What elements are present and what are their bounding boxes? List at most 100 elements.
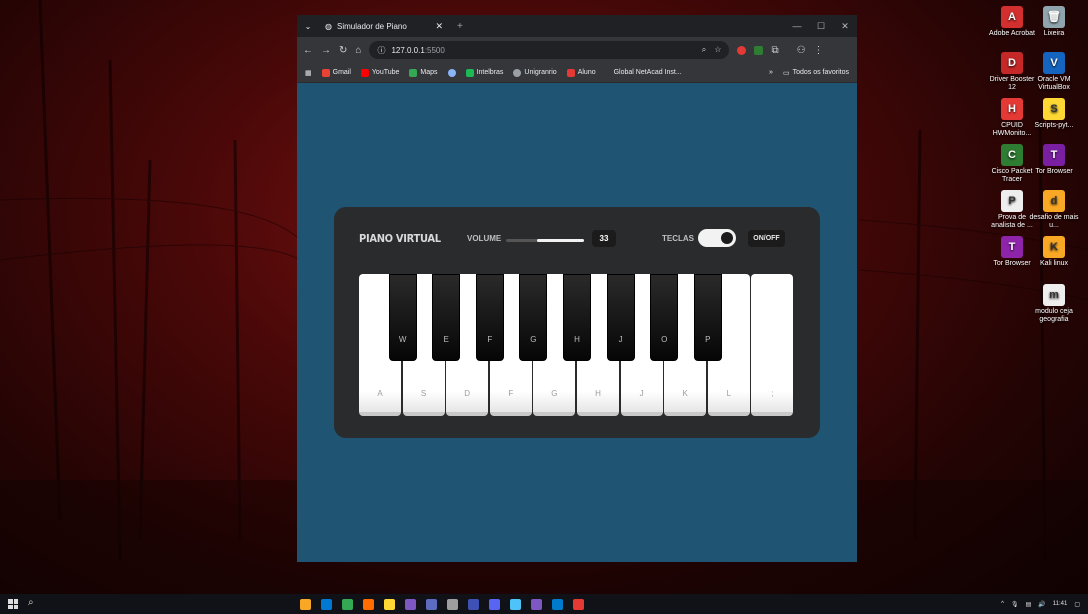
close-tab-icon[interactable]: ✕ — [435, 21, 443, 32]
home-icon[interactable]: ⌂ — [355, 45, 361, 56]
bookmark-netacad[interactable]: Global NetAcad Inst... — [614, 69, 682, 76]
all-bookmarks-folder[interactable]: ▭ Todos os favoritos — [783, 69, 849, 77]
black-key-6[interactable]: J — [606, 274, 635, 361]
bookmark-gmail[interactable]: Gmail — [321, 68, 351, 77]
white-key-label: L — [726, 389, 732, 398]
taskbar-apps — [300, 594, 584, 614]
taskbar-app-icon[interactable] — [489, 598, 500, 610]
adobe-acrobat-icon: A — [1001, 6, 1023, 28]
taskbar-app-icon[interactable] — [468, 598, 479, 610]
toggle-knob — [721, 232, 733, 244]
browser-toolbar: ← → ↻ ⌂ ⓘ 127.0.0.1 :5500 ⌕ ☆ ⧉ ⚇ ⋮ — [297, 37, 857, 63]
close-window-button[interactable]: ✕ — [833, 21, 857, 32]
volume-icon[interactable]: 🔊 — [1038, 601, 1045, 608]
taskbar-app-icon[interactable] — [531, 598, 542, 610]
aluno-icon — [566, 68, 575, 77]
network-icon[interactable]: ▤ — [1026, 601, 1032, 608]
bookmark-globe[interactable] — [447, 68, 456, 77]
clock[interactable]: 11:41 — [1053, 601, 1068, 607]
windows-start-icon[interactable] — [8, 599, 18, 609]
taskbar-app-icon[interactable] — [426, 598, 437, 610]
extensions-icon[interactable]: ⧉ — [771, 45, 778, 56]
back-icon[interactable]: ← — [303, 45, 313, 56]
page-viewport: PIANO VIRTUAL VOLUME 33 TECLAS ON/OFF A S… — [297, 83, 857, 562]
url-port: :5500 — [424, 45, 445, 55]
taskbar-app-icon[interactable] — [384, 598, 395, 610]
volume-slider[interactable] — [506, 239, 584, 242]
black-key-3[interactable]: F — [475, 274, 504, 361]
white-key-label: K — [682, 389, 688, 398]
desktop-icon-modulo-ceja[interactable]: m modulo ceja geografia — [1028, 284, 1080, 324]
profile-icon[interactable]: ⚇ — [797, 45, 806, 56]
chevron-up-icon[interactable]: ^ — [1001, 601, 1004, 607]
search-icon[interactable]: ⌕ — [28, 597, 34, 608]
minimize-button[interactable]: — — [785, 21, 809, 32]
tor-browser-icon: T — [1043, 144, 1065, 166]
maximize-button[interactable]: ☐ — [809, 21, 833, 32]
black-key-1[interactable]: W — [388, 274, 417, 361]
taskbar-app-icon[interactable] — [321, 598, 332, 610]
taskbar-app-icon[interactable] — [447, 598, 458, 610]
gmail-icon — [321, 68, 330, 77]
taskbar-app-icon[interactable] — [363, 598, 374, 610]
taskbar-app-icon[interactable] — [573, 598, 584, 610]
site-info-icon[interactable]: ⓘ — [377, 45, 385, 56]
volume-slider-fill — [537, 239, 584, 242]
black-key-4[interactable]: G — [519, 274, 548, 361]
tab-title: Simulador de Piano — [336, 21, 407, 31]
bookmark-maps[interactable]: Maps — [409, 68, 438, 77]
piano-panel: PIANO VIRTUAL VOLUME 33 TECLAS ON/OFF A S… — [334, 207, 820, 438]
window-controls: — ☐ ✕ — [785, 21, 857, 32]
taskbar-app-icon[interactable] — [300, 598, 311, 610]
keys-toggle[interactable] — [698, 229, 736, 247]
desktop-icon-tor-browser[interactable]: T Tor Browser — [1028, 144, 1080, 176]
folder-icon: d — [1043, 190, 1065, 212]
black-key-label: J — [618, 335, 623, 344]
piano-keyboard: A S D F G H J K L; W E F G H J O P — [359, 274, 794, 417]
forward-icon[interactable]: → — [321, 45, 331, 56]
microphone-icon[interactable]: 🎙 — [1011, 601, 1019, 608]
browser-tab[interactable]: ◍ Simulador de Piano ✕ — [319, 15, 449, 37]
white-key-label: J — [639, 389, 644, 398]
bookmark-youtube[interactable]: YouTube — [360, 68, 399, 77]
extension-shield-icon[interactable] — [754, 45, 764, 55]
new-tab-button[interactable]: + — [449, 21, 471, 32]
taskbar-app-icon[interactable] — [342, 598, 353, 610]
white-key-10[interactable]: ; — [751, 274, 794, 416]
black-key-5[interactable]: H — [563, 274, 591, 361]
bookmark-unigranrio[interactable]: Unigranrio — [513, 68, 557, 77]
address-bar[interactable]: ⓘ 127.0.0.1 :5500 ⌕ ☆ — [369, 41, 730, 59]
document-icon: P — [1001, 190, 1023, 212]
taskbar-app-icon[interactable] — [510, 598, 521, 610]
browser-window: ⌄ ◍ Simulador de Piano ✕ + — ☐ ✕ ← → ↻ ⌂… — [297, 15, 857, 562]
tab-search-icon[interactable]: ⌄ — [297, 22, 319, 31]
reload-icon[interactable]: ↻ — [339, 45, 347, 56]
black-key-8[interactable]: P — [693, 274, 722, 361]
apps-grid-icon[interactable]: ▦ — [305, 69, 312, 77]
volume-value: 33 — [592, 230, 616, 247]
globe-icon — [513, 68, 522, 77]
intelbras-icon — [465, 68, 474, 77]
zoom-icon[interactable]: ⌕ — [702, 45, 706, 55]
desktop-icon-scripts[interactable]: S Scripts-pyt... — [1028, 98, 1080, 130]
desktop-icon-virtualbox[interactable]: V Oracle VM VirtualBox — [1028, 52, 1080, 92]
bookmark-star-icon[interactable]: ☆ — [714, 45, 721, 55]
bookmarks-overflow-icon[interactable]: » — [769, 69, 773, 76]
taskbar-app-icon[interactable] — [405, 598, 416, 610]
desktop-icon-kali-linux[interactable]: K Kali linux — [1028, 236, 1080, 268]
notifications-icon[interactable]: ▢ — [1074, 601, 1080, 608]
black-key-7[interactable]: O — [650, 274, 679, 361]
black-key-2[interactable]: E — [432, 274, 461, 361]
bookmark-aluno[interactable]: Aluno — [566, 68, 596, 77]
youtube-icon — [360, 68, 369, 77]
black-key-label: G — [530, 335, 537, 344]
menu-icon[interactable]: ⋮ — [814, 45, 824, 56]
url-host: 127.0.0.1 — [391, 45, 425, 55]
desktop-icon-recycle-bin[interactable]: 🗑 Lixeira — [1028, 6, 1080, 38]
taskbar-app-icon[interactable] — [552, 598, 563, 610]
white-key-label: ; — [771, 389, 774, 398]
desktop-icon-desafio[interactable]: d desafio de mais u... — [1028, 190, 1080, 230]
keys-label: TECLAS — [662, 234, 694, 243]
extension-red-icon[interactable] — [737, 45, 747, 55]
bookmark-intelbras[interactable]: Intelbras — [465, 68, 503, 77]
